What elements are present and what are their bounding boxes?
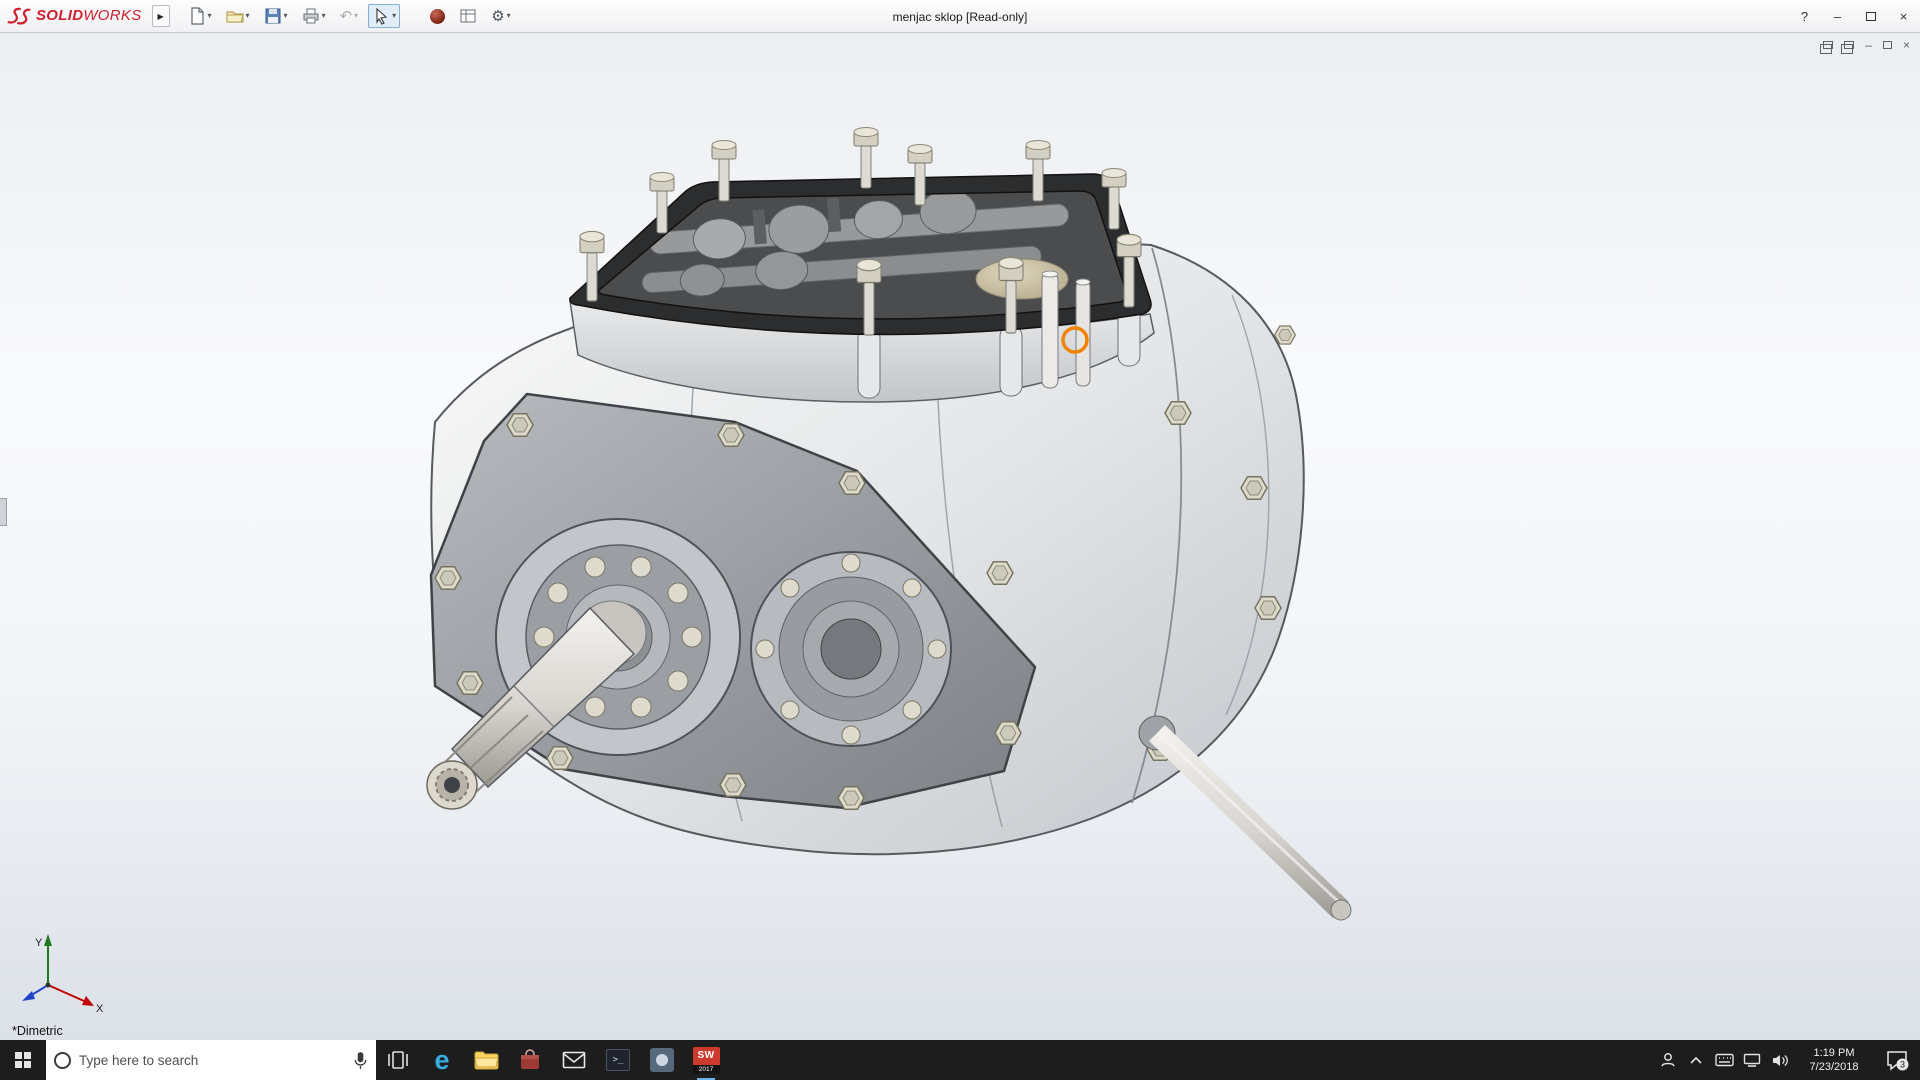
orientation-triad: Y X [8,930,108,1014]
caret-down-icon: ▾ [507,12,511,20]
caret-down-icon: ▾ [246,12,250,20]
gearbox-model [427,128,1351,921]
people-icon [1659,1051,1677,1069]
print-button[interactable]: ▾ [298,4,330,28]
solidworks-logo: SOLIDWORKS [6,6,142,26]
doc-close-button[interactable]: × [1903,38,1910,52]
clock-date: 7/23/2018 [1798,1060,1870,1074]
mail-button[interactable] [552,1040,596,1080]
open-button[interactable]: ▾ [222,4,254,28]
help-button[interactable]: ? [1788,0,1821,33]
triad-y-label: Y [35,937,43,949]
network-button[interactable] [1740,1040,1764,1080]
titlebar: SOLIDWORKS ▶ ▾ ▾ [0,0,1920,33]
toolbar-flyout-button[interactable]: ▶ [152,5,170,27]
sw-badge-text: SW [693,1047,720,1065]
select-tool-button[interactable]: ▾ [368,4,400,28]
touch-keyboard-button[interactable] [1712,1040,1736,1080]
triad-x-label: X [96,1003,104,1014]
view-orientation-label: *Dimetric [12,1024,63,1038]
file-explorer-icon [474,1049,499,1071]
save-icon [264,7,282,25]
solidworks-window: SOLIDWORKS ▶ ▾ ▾ [0,0,1920,1080]
volume-button[interactable] [1768,1040,1792,1080]
caret-down-icon: ▾ [208,12,212,20]
store-app-button[interactable] [508,1040,552,1080]
search-input[interactable] [79,1053,345,1068]
options-button[interactable]: ⚙ ▾ [487,6,514,27]
restore-window-icon [1883,41,1892,49]
solidworks-app-icon: SW 2017 [693,1047,720,1074]
windows-logo-icon [15,1052,31,1068]
microphone-icon[interactable] [353,1051,368,1070]
caret-down-icon: ▾ [322,12,326,20]
network-icon [1743,1053,1761,1067]
undo-icon: ↶ [340,9,353,24]
task-view-button[interactable] [376,1040,420,1080]
quick-access-toolbar: ▾ ▾ ▾ [184,4,515,28]
doc-minimize-button[interactable]: – [1865,38,1872,52]
cascade-window-icon [1844,41,1854,49]
document-window-controls: – × [1823,38,1910,52]
maximize-button[interactable] [1854,0,1887,33]
table-icon [459,7,477,25]
doc-next-window-button[interactable] [1844,38,1854,52]
new-document-button[interactable]: ▾ [184,4,216,28]
document-title: menjac sklop [Read-only] [893,0,1028,33]
undo-button[interactable]: ↶ ▾ [336,6,363,27]
chevron-up-icon [1689,1055,1703,1065]
system-tray: 1:19 PM 7/23/2018 3 [1656,1040,1920,1080]
store-app-icon [519,1049,541,1071]
app-button[interactable] [640,1040,684,1080]
cascade-window-icon [1823,41,1833,49]
action-center-button[interactable]: 3 [1876,1040,1918,1080]
show-hidden-icons-button[interactable] [1684,1040,1708,1080]
people-button[interactable] [1656,1040,1680,1080]
minimize-button[interactable]: – [1821,0,1854,33]
logo-text-light: WORKS [83,7,141,24]
touch-keyboard-icon [1715,1053,1734,1067]
notification-badge: 3 [1900,1060,1905,1070]
save-button[interactable]: ▾ [260,4,292,28]
action-center-icon: 3 [1885,1048,1909,1072]
select-cursor-icon [372,7,390,25]
solidworks-taskbar-button[interactable]: SW 2017 [684,1040,728,1080]
caret-down-icon: ▾ [284,12,288,20]
close-button[interactable]: × [1887,0,1920,33]
mail-icon [562,1050,586,1070]
ds-logo-icon [6,6,32,26]
gear-icon: ⚙ [491,9,504,24]
taskbar-search[interactable] [46,1040,376,1080]
window-controls: ? – × [1788,0,1920,33]
graphics-viewport[interactable]: – × [0,33,1920,1040]
open-folder-icon [226,7,244,25]
new-document-icon [188,7,206,25]
doc-restore-button[interactable] [1883,38,1892,52]
gearbox-model-canvas[interactable] [0,33,1920,1040]
app-icon [650,1048,674,1072]
sw-badge-year: 2017 [693,1065,720,1074]
task-view-icon [386,1048,410,1072]
maximize-icon [1866,12,1876,21]
caret-down-icon: ▾ [354,12,358,20]
cortana-icon [54,1052,71,1069]
terminal-app-button[interactable]: >_ [596,1040,640,1080]
clock[interactable]: 1:19 PM 7/23/2018 [1796,1046,1872,1075]
design-binder-button[interactable] [455,4,481,28]
start-button[interactable] [0,1040,46,1080]
caret-down-icon: ▾ [392,12,396,20]
edge-icon: e [434,1047,449,1074]
appearance-sphere-icon [430,9,445,24]
edge-button[interactable]: e [420,1040,464,1080]
volume-icon [1772,1053,1789,1068]
appearance-button[interactable] [426,6,449,27]
file-explorer-button[interactable] [464,1040,508,1080]
print-icon [302,7,320,25]
clock-time: 1:19 PM [1798,1046,1870,1060]
doc-previous-window-button[interactable] [1823,38,1833,52]
terminal-icon: >_ [606,1049,630,1071]
taskbar: e >_ [0,1040,1920,1080]
flyout-arrow-icon: ▶ [157,12,163,21]
logo-text-bold: SOLID [36,7,83,24]
